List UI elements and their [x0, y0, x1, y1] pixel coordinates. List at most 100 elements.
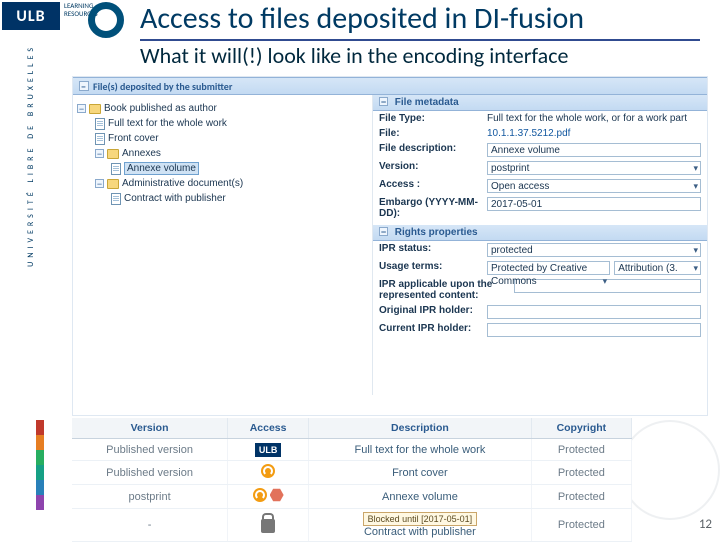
usage-terms-select-1[interactable]: Protected by Creative Commons: [487, 261, 610, 275]
cell-description: Annexe volume: [309, 485, 532, 509]
file-icon: [111, 163, 121, 175]
folder-icon: [107, 149, 119, 159]
tree-folder[interactable]: − Annexes: [95, 146, 368, 161]
cell-copyright: Protected: [531, 509, 631, 542]
tree-label: Book published as author: [104, 103, 217, 114]
page-title: Access to files deposited in DI-fusion: [140, 0, 700, 41]
lock-icon: [261, 519, 275, 533]
seal-watermark: [620, 420, 720, 520]
tree-item[interactable]: Full text for the whole work: [95, 116, 368, 131]
collapse-icon[interactable]: −: [379, 227, 388, 236]
table-row: Published version Front cover Protected: [72, 461, 632, 485]
original-ipr-input[interactable]: [487, 305, 701, 319]
row-ipr-applicable: IPR applicable upon the represented cont…: [373, 277, 707, 303]
metadata-header-label: File metadata: [395, 97, 459, 108]
row-current-ipr: Current IPR holder:: [373, 321, 707, 339]
tree-root[interactable]: − Book published as author: [77, 101, 368, 116]
description-label: File description:: [379, 143, 487, 157]
table-header-row: Version Access Description Copyright: [72, 418, 632, 439]
description-input[interactable]: Annexe volume: [487, 143, 701, 157]
encoding-interface-screenshot: File(s) deposited by the submitter − Boo…: [72, 76, 708, 416]
rights-header[interactable]: − Rights properties: [373, 225, 707, 241]
file-icon: [95, 118, 105, 130]
filetype-value: Full text for the whole work, or for a w…: [487, 113, 701, 124]
file-tree: − Book published as author Full text for…: [73, 95, 373, 395]
ipr-status-select[interactable]: protected: [487, 243, 701, 257]
file-icon: [111, 193, 121, 205]
original-ipr-label: Original IPR holder:: [379, 305, 487, 319]
row-original-ipr: Original IPR holder:: [373, 303, 707, 321]
col-version: Version: [72, 418, 228, 439]
folder-icon: [107, 179, 119, 189]
filetype-label: File Type:: [379, 113, 487, 124]
version-label: Version:: [379, 161, 487, 175]
panel-header[interactable]: File(s) deposited by the submitter: [73, 77, 707, 95]
page-subtitle: What it will(!) look like in the encodin…: [140, 42, 568, 69]
rights-header-label: Rights properties: [395, 227, 478, 238]
ulb-logo: ULB: [2, 2, 60, 30]
ipr-status-label: IPR status:: [379, 243, 487, 257]
university-name-vertical: UNIVERSITÉ LIBRE DE BRUXELLES: [26, 44, 36, 267]
metadata-header[interactable]: − File metadata: [373, 95, 707, 111]
open-access-icon: [253, 488, 267, 502]
col-access: Access: [228, 418, 309, 439]
open-access-icon: [261, 464, 275, 478]
tree-folder[interactable]: − Administrative document(s): [95, 176, 368, 191]
cell-description: Blocked until [2017-05-01] Contract with…: [309, 509, 532, 542]
table-row: - Blocked until [2017-05-01] Contract wi…: [72, 509, 632, 542]
table-row: postprint Annexe volume Protected: [72, 485, 632, 509]
current-ipr-input[interactable]: [487, 323, 701, 337]
col-copyright: Copyright: [531, 418, 631, 439]
file-value[interactable]: 10.1.1.37.5212.pdf: [487, 128, 701, 139]
desc-text: Contract with publisher: [364, 526, 476, 538]
cell-access: [228, 461, 309, 485]
row-usage-terms: Usage terms: Protected by Creative Commo…: [373, 259, 707, 277]
embargo-note: Blocked until [2017-05-01]: [363, 512, 478, 526]
learning-resources-badge: LEARNING RESOURCES: [64, 2, 84, 18]
brand-strip: ULB UNIVERSITÉ LIBRE DE BRUXELLES: [0, 0, 62, 320]
folder-icon: [89, 104, 101, 114]
tree-label: Annexe volume: [124, 162, 199, 175]
collapse-icon[interactable]: [79, 81, 89, 91]
row-embargo: Embargo (YYYY-MM-DD): 2017-05-01: [373, 195, 707, 221]
color-bar: [36, 420, 44, 510]
expand-icon[interactable]: −: [77, 104, 86, 113]
ring-logo: [88, 2, 124, 38]
cell-access: [228, 485, 309, 509]
collapse-icon[interactable]: −: [379, 97, 388, 106]
current-ipr-label: Current IPR holder:: [379, 323, 487, 337]
ipr-applicable-input[interactable]: [514, 279, 701, 293]
embargo-label: Embargo (YYYY-MM-DD):: [379, 197, 487, 219]
ulb-access-icon: ULB: [255, 443, 281, 457]
expand-icon[interactable]: −: [95, 149, 104, 158]
cell-version: -: [72, 509, 228, 542]
tree-item[interactable]: Contract with publisher: [111, 191, 368, 206]
cell-description: Front cover: [309, 461, 532, 485]
access-select[interactable]: Open access: [487, 179, 701, 193]
tree-item[interactable]: Front cover: [95, 131, 368, 146]
cell-copyright: Protected: [531, 485, 631, 509]
row-filetype: File Type: Full text for the whole work,…: [373, 111, 707, 126]
cell-version: Published version: [72, 439, 228, 461]
access-label: Access :: [379, 179, 487, 193]
file-label: File:: [379, 128, 487, 139]
col-description: Description: [309, 418, 532, 439]
tree-label: Contract with publisher: [124, 193, 226, 204]
cell-version: postprint: [72, 485, 228, 509]
cell-access: ULB: [228, 439, 309, 461]
expand-icon[interactable]: −: [95, 179, 104, 188]
row-access: Access : Open access: [373, 177, 707, 195]
tree-item-selected[interactable]: Annexe volume: [111, 161, 368, 176]
cell-copyright: Protected: [531, 439, 631, 461]
cell-copyright: Protected: [531, 461, 631, 485]
cell-access: [228, 509, 309, 542]
embargo-input[interactable]: 2017-05-01: [487, 197, 701, 211]
embargo-icon: [270, 488, 284, 502]
version-select[interactable]: postprint: [487, 161, 701, 175]
usage-terms-select-2[interactable]: Attribution (3.: [614, 261, 701, 275]
cell-description: Full text for the whole work: [309, 439, 532, 461]
panel-title: File(s) deposited by the submitter: [93, 80, 232, 93]
row-ipr-status: IPR status: protected: [373, 241, 707, 259]
page-number: 12: [699, 517, 712, 532]
row-file: File: 10.1.1.37.5212.pdf: [373, 126, 707, 141]
